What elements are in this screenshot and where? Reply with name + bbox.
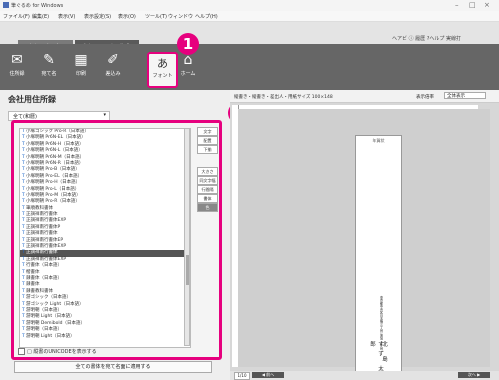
- address-book-icon: ✉: [11, 52, 23, 68]
- title-bar: 筆ぐるめ for Windows – □ ×: [0, 0, 499, 11]
- font-button[interactable]: あ フォント: [147, 52, 178, 88]
- page-indicator: 1/10: [234, 372, 250, 380]
- checkbox-icon[interactable]: [18, 348, 25, 355]
- left-panel: 会社用住所録 全て(和暦) ▾ T小塚ゴシック Pro-R（日本語） T小塚明朝 …: [0, 90, 230, 380]
- font-name: 正調祥南行書体EP: [26, 237, 64, 243]
- home-button[interactable]: ⌂ ホーム: [176, 50, 200, 84]
- card-title: 年賀状: [372, 138, 385, 143]
- side-button-width[interactable]: 同文字幅: [197, 176, 218, 185]
- font-name: 游ゴシック Light（日本語）: [26, 301, 84, 307]
- minimize-icon[interactable]: –: [455, 1, 459, 9]
- menu-item[interactable]: ウィンドウ: [168, 13, 193, 20]
- font-name: 游明朝 Demibold（日本語）: [26, 320, 86, 326]
- callout-1: 1: [177, 33, 199, 55]
- font-selection-box: T小塚ゴシック Pro-R（日本語） T小塚明朝 Pr6N-EL（日本語） T小塚明…: [11, 120, 222, 360]
- zoom-label: 表示倍率: [416, 95, 434, 100]
- font-name: 小塚ゴシック Pro-R（日本語）: [26, 129, 89, 134]
- font-name: 正調祥南行書体EXP: [26, 256, 67, 262]
- font-name: 游明朝（日本語）: [26, 307, 62, 313]
- font-name: 正調祥南行書体: [26, 250, 58, 256]
- maximize-icon[interactable]: □: [469, 1, 476, 9]
- label-button[interactable]: ✎ 宛て名: [37, 50, 61, 84]
- menu-bar: ファイル(F) 編集(E) 表示(V) 表示設定(S) 表示(O) ツール(T)…: [0, 11, 499, 22]
- side-button-spacing[interactable]: 行間隔: [197, 185, 218, 194]
- merge-button[interactable]: ✐ 差込み: [101, 50, 125, 84]
- font-name: 小塚明朝 Pro-H（日本語）: [26, 180, 81, 186]
- font-name: 正調祥南行書体: [26, 231, 58, 237]
- card-name-2: 北 島: [381, 341, 387, 366]
- font-icon: あ: [157, 57, 168, 70]
- font-name: 小塚明朝 Pro-EL（日本語）: [26, 173, 83, 179]
- font-name: 小塚明朝 Pro-L（日本語）: [26, 186, 80, 192]
- font-name: 小塚明朝 Pro-M（日本語）: [26, 192, 81, 198]
- font-name: 小塚明朝 Pr6N-EL（日本語）: [26, 135, 86, 141]
- menu-item[interactable]: ヘルプ(H): [195, 13, 218, 20]
- preview-toolbar: 縦書き・縦書き・差出人・用紙サイズ 100×148 表示倍率 全体表示: [230, 90, 499, 103]
- preview-footer: 1/10 ◀ 前へ 次へ ▶: [230, 371, 499, 380]
- font-name: 小塚明朝 Pr6N-M（日本語）: [26, 154, 85, 160]
- unicode-checkbox[interactable]: □ 縦書のUNICODEを表示する: [18, 348, 97, 355]
- next-page-button[interactable]: 次へ ▶: [458, 372, 490, 378]
- scrollbar-thumb[interactable]: [186, 255, 189, 285]
- font-name: 楷書体: [26, 269, 40, 275]
- font-name: 隷書体（日本語）: [26, 275, 62, 281]
- print-button[interactable]: ▦ 印刷: [69, 50, 93, 84]
- font-name: 游明朝 Light（日本語）: [26, 333, 75, 339]
- font-name: 隷書体: [26, 282, 40, 288]
- font-name: 小塚明朝 Pr6N-R（日本語）: [26, 160, 84, 166]
- side-button-layout[interactable]: 配置: [197, 136, 218, 145]
- close-icon[interactable]: ×: [484, 1, 490, 9]
- merge-icon: ✐: [107, 52, 119, 68]
- menu-item[interactable]: 編集(E): [32, 13, 49, 20]
- font-name: 正調祥南行書体: [26, 212, 58, 218]
- font-name: 筆順教科書体: [26, 205, 53, 211]
- side-button-align[interactable]: 下揃: [197, 145, 218, 154]
- panel-title: 会社用住所録: [8, 95, 56, 104]
- font-name: 游明朝（日本語）: [26, 327, 62, 333]
- font-list-scrollbar[interactable]: [184, 128, 190, 346]
- side-button-color[interactable]: 色: [197, 203, 218, 212]
- menu-item[interactable]: 表示(O): [118, 13, 136, 20]
- side-button-text[interactable]: 文字: [197, 127, 218, 136]
- layout-info: 縦書き・縦書き・差出人・用紙サイズ 100×148: [234, 95, 333, 100]
- label-icon: ✎: [43, 52, 55, 68]
- preview-panel: 縦書き・縦書き・差出人・用紙サイズ 100×148 表示倍率 全体表示 年賀状 …: [230, 90, 499, 380]
- side-button-typeface[interactable]: 書体: [197, 194, 218, 203]
- font-name: 小塚明朝 Pro-R（日本語）: [26, 199, 80, 205]
- address-book-button[interactable]: ✉ 住所録: [5, 50, 29, 84]
- app-title: 筆ぐるめ for Windows: [11, 3, 64, 9]
- side-button-size[interactable]: 大きさ: [197, 167, 218, 176]
- font-name: 正調祥南行書体P: [26, 224, 61, 230]
- print-icon: ▦: [74, 52, 88, 68]
- font-list[interactable]: T小塚ゴシック Pro-R（日本語） T小塚明朝 Pr6N-EL（日本語） T小塚明…: [19, 128, 191, 348]
- font-name: 正調祥南行書体EXP: [26, 218, 67, 224]
- postcard-preview[interactable]: 年賀状 東京都中央区日本橋三丁目1番地 ２丁目 すず 太郎 北 島: [355, 135, 402, 377]
- font-name: 游明朝 Light（日本語）: [26, 314, 75, 320]
- preview-canvas[interactable]: 年賀状 東京都中央区日本橋三丁目1番地 ２丁目 すず 太郎 北 島: [238, 109, 490, 377]
- menu-item[interactable]: 表示(V): [58, 13, 75, 20]
- font-name: 正調祥南行書体EXP: [26, 244, 67, 250]
- chevron-down-icon: ▾: [103, 112, 106, 118]
- zoom-select[interactable]: 全体表示: [444, 92, 486, 99]
- help-links[interactable]: ヘアビ ⓘ 履歴 ?ヘルプ 実線打: [392, 35, 461, 42]
- font-name: 隷書教科書体: [26, 288, 53, 294]
- font-name: 小塚明朝 Pr6N-L（日本語）: [26, 148, 83, 154]
- apply-all-button[interactable]: 全ての書体を宛て名面に適用する: [14, 361, 212, 373]
- ribbon: ✉ 住所録 ✎ 宛て名 ▦ 印刷 ✐ 差込み ⌂ ホーム: [0, 44, 499, 90]
- menu-item[interactable]: ツール(T): [145, 13, 167, 20]
- menu-item[interactable]: ファイル(F): [3, 13, 30, 20]
- font-name: 游ゴシック（日本語）: [26, 295, 71, 301]
- font-name: 小塚明朝 Pro-B（日本語）: [26, 167, 80, 173]
- font-name: 行書体（日本語）: [26, 263, 62, 269]
- font-list-item[interactable]: T游明朝 Light（日本語）: [20, 334, 190, 340]
- prev-page-button[interactable]: ◀ 前へ: [252, 372, 284, 378]
- app-icon: [3, 2, 9, 8]
- font-name: 小塚明朝 Pr6N-H（日本語）: [26, 141, 84, 147]
- menu-item[interactable]: 表示設定(S): [84, 13, 111, 20]
